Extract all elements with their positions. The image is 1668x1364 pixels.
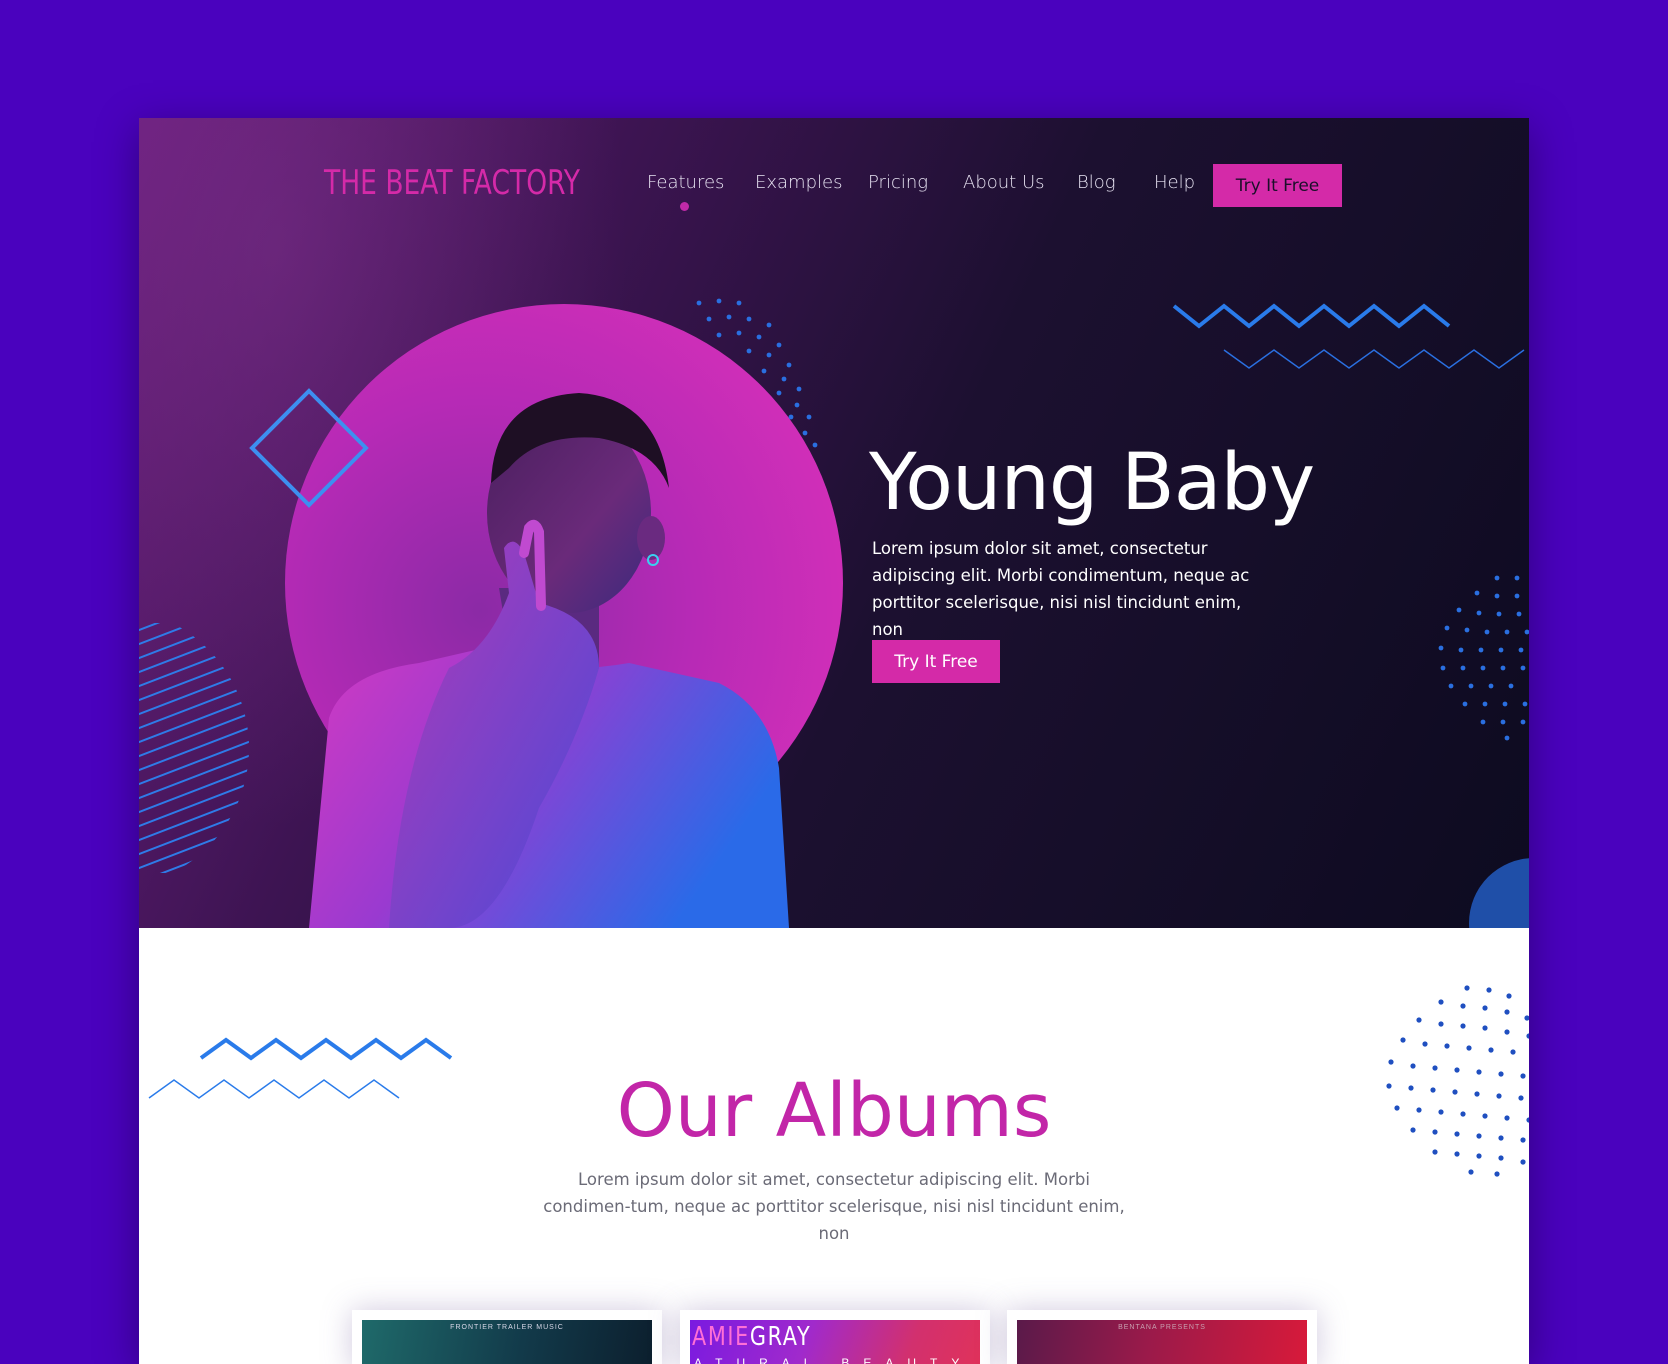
albums-description: Lorem ipsum dolor sit amet, consectetur …	[543, 1170, 1125, 1243]
striped-circle-decoration	[139, 623, 249, 873]
albums-title: Our Albums	[616, 1068, 1052, 1154]
album-subtitle: ATURAL BEAUTY	[694, 1356, 974, 1364]
hero-title: Young Baby	[869, 438, 1315, 528]
album-card[interactable]: FRONTIER TRAILER MUSIC	[352, 1310, 662, 1364]
brand-logo[interactable]: THE BEAT FACTORY	[324, 163, 580, 203]
try-it-free-hero-button[interactable]: Try It Free	[872, 640, 1000, 683]
hero-description: Lorem ipsum dolor sit amet, consectetur …	[872, 539, 1250, 639]
album-artist-last: GRAY	[749, 1322, 812, 1352]
album-card[interactable]: BENTANA PRESENTS	[1007, 1310, 1317, 1364]
half-circle-decoration	[1469, 858, 1529, 928]
album-cover: BENTANA PRESENTS	[1017, 1320, 1307, 1364]
try-it-free-nav-button[interactable]: Try It Free	[1213, 164, 1342, 207]
album-caption: BENTANA PRESENTS	[1118, 1324, 1206, 1331]
artist-photo	[309, 393, 789, 928]
nav-features[interactable]: Features	[647, 172, 724, 193]
nav-help[interactable]: Help	[1154, 172, 1195, 193]
nav-examples[interactable]: Examples	[755, 172, 842, 193]
album-cover: AMIEGRAY ATURAL BEAUTY	[690, 1320, 980, 1364]
dotted-circle-decoration-hero	[1438, 575, 1529, 741]
album-caption: FRONTIER TRAILER MUSIC	[450, 1324, 564, 1331]
zigzag-decoration-hero	[1172, 303, 1525, 369]
album-cover: FRONTIER TRAILER MUSIC	[362, 1320, 652, 1364]
album-card[interactable]: AMIEGRAY ATURAL BEAUTY	[680, 1310, 990, 1364]
nav-about-us[interactable]: About Us	[963, 172, 1045, 193]
album-artist-first: AMIE	[692, 1322, 750, 1352]
nav-blog[interactable]: Blog	[1077, 172, 1116, 193]
hero-section: THE BEAT FACTORY Features Examples Prici…	[139, 118, 1529, 928]
nav-pricing[interactable]: Pricing	[868, 172, 928, 193]
album-artist: AMIEGRAY	[692, 1322, 811, 1352]
active-nav-indicator	[680, 202, 689, 211]
landing-page: THE BEAT FACTORY Features Examples Prici…	[139, 118, 1529, 1364]
